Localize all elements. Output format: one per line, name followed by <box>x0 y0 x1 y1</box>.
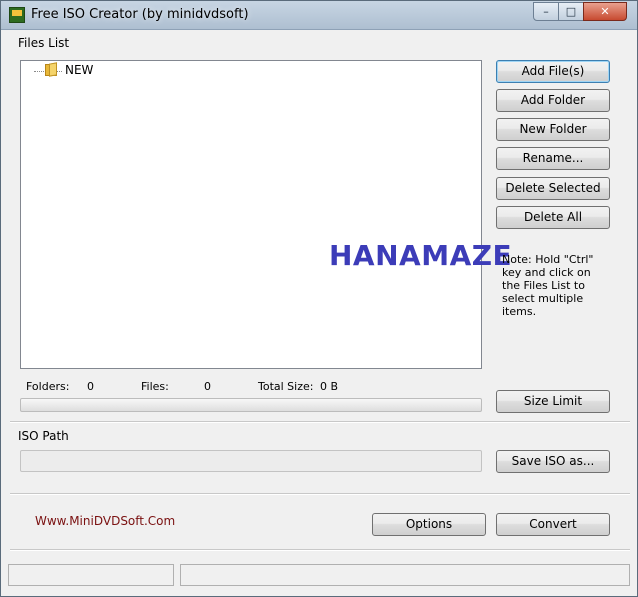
size-progress-bar <box>20 398 482 412</box>
divider <box>10 549 630 551</box>
files-list-tree[interactable]: NEW <box>20 60 482 369</box>
status-bar <box>8 564 630 588</box>
folders-count-value: 0 <box>87 380 94 393</box>
options-button[interactable]: Options <box>372 513 486 536</box>
status-pane-right <box>180 564 630 586</box>
app-icon <box>9 7 25 23</box>
minimize-button[interactable]: – <box>533 2 559 21</box>
iso-path-field[interactable] <box>20 450 482 472</box>
total-size-label: Total Size: <box>258 380 314 393</box>
files-list-label: Files List <box>18 36 70 50</box>
files-count-label: Files: <box>141 380 169 393</box>
delete-selected-button[interactable]: Delete Selected <box>496 177 610 200</box>
status-pane-left <box>8 564 174 586</box>
iso-path-label: ISO Path <box>18 429 69 443</box>
add-folder-button[interactable]: Add Folder <box>496 89 610 112</box>
window-title: Free ISO Creator (by minidvdsoft) <box>31 7 249 22</box>
new-folder-button[interactable]: New Folder <box>496 118 610 141</box>
rename-button[interactable]: Rename... <box>496 147 610 170</box>
multi-select-note: Note: Hold "Ctrl" key and click on the F… <box>502 253 594 318</box>
app-window: Free ISO Creator (by minidvdsoft) – □ ✕ … <box>0 0 638 597</box>
delete-all-button[interactable]: Delete All <box>496 206 610 229</box>
watermark-text: HANAMAZE <box>329 239 513 272</box>
convert-button[interactable]: Convert <box>496 513 610 536</box>
save-iso-as-button[interactable]: Save ISO as... <box>496 450 610 473</box>
add-files-button[interactable]: Add File(s) <box>496 60 610 83</box>
divider <box>10 421 630 423</box>
tree-item-new[interactable]: NEW <box>64 63 94 77</box>
divider <box>10 493 630 495</box>
website-link[interactable]: Www.MiniDVDSoft.Com <box>35 514 175 528</box>
close-button[interactable]: ✕ <box>583 2 627 21</box>
size-limit-button[interactable]: Size Limit <box>496 390 610 413</box>
maximize-button[interactable]: □ <box>558 2 584 21</box>
total-size-value: 0 B <box>320 380 339 393</box>
folders-count-label: Folders: <box>26 380 70 393</box>
folder-icon <box>45 62 59 77</box>
title-bar[interactable]: Free ISO Creator (by minidvdsoft) – □ ✕ <box>1 1 637 30</box>
files-count-value: 0 <box>204 380 211 393</box>
